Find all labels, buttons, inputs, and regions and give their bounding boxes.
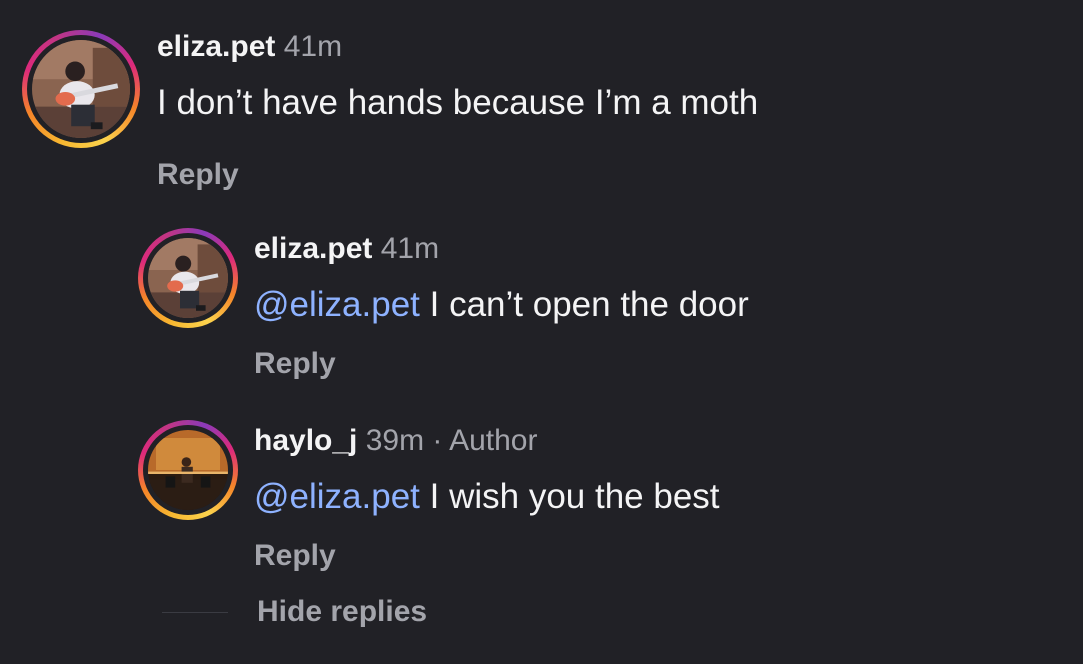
replies-divider-line [162, 612, 228, 613]
avatar [148, 430, 228, 510]
username[interactable]: haylo_j [254, 424, 357, 457]
meta-separator: · [424, 424, 450, 457]
comments-thread: eliza.pet 41m I don’t have hands because… [0, 0, 1083, 664]
reply-item: haylo_j 39m · Author @eliza.pet I wish y… [0, 0, 1083, 600]
hide-replies-button[interactable]: Hide replies [257, 594, 427, 630]
comment-text: @eliza.pet I wish you the best [254, 476, 720, 518]
reply-button[interactable]: Reply [254, 538, 336, 574]
mention-link[interactable]: @eliza.pet [254, 477, 420, 516]
comment-header: haylo_j 39m · Author [254, 423, 537, 459]
comment-text-content: I wish you the best [419, 477, 720, 516]
author-badge: Author [449, 424, 538, 457]
timestamp: 39m [365, 424, 425, 457]
